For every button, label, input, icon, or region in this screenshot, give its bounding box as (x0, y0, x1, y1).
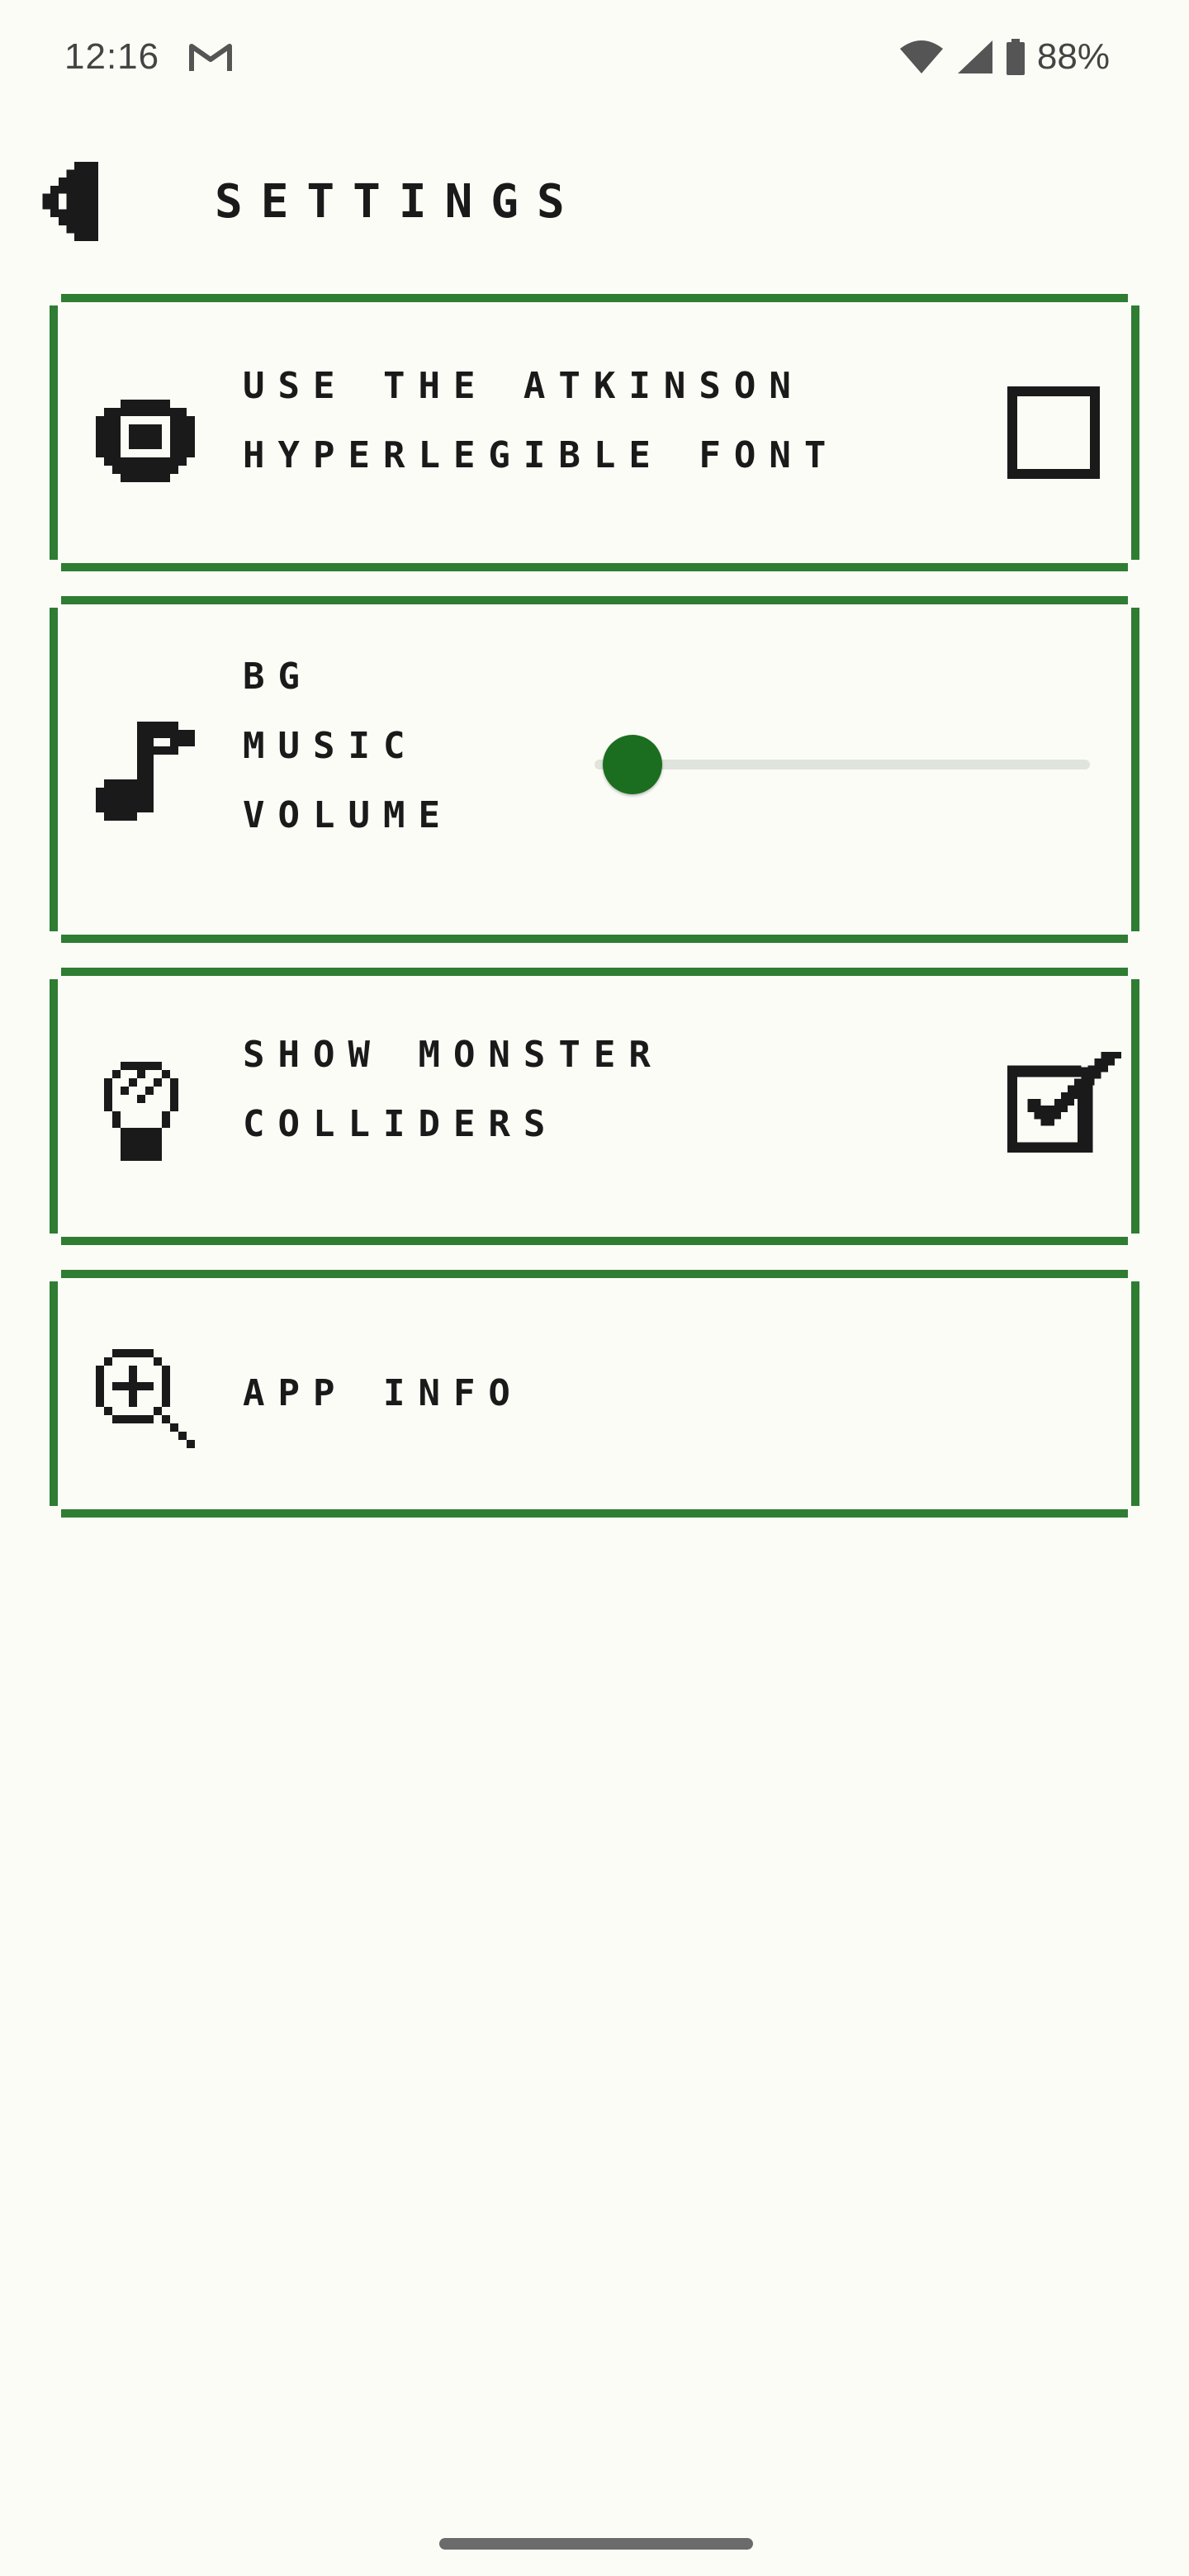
lightbulb-icon (104, 1062, 178, 1161)
colliders-setting-card[interactable]: SHOW MONSTER COLLIDERS (50, 968, 1139, 1245)
battery-percent: 88% (1036, 36, 1110, 77)
volume-slider-track[interactable] (594, 760, 1090, 769)
zoom-in-icon (96, 1349, 195, 1448)
battery-icon (1006, 39, 1025, 75)
app-info-label: APP INFO (243, 1372, 523, 1414)
app-info-card[interactable]: APP INFO (50, 1270, 1139, 1518)
music-volume-card: BG MUSIC VOLUME (50, 596, 1139, 943)
page-title: SETTINGS (215, 175, 583, 229)
status-icons: 88% (898, 36, 1110, 78)
signal-icon (957, 40, 992, 73)
back-arrow-icon[interactable] (41, 162, 107, 241)
colliders-checkbox-checked[interactable] (1007, 1052, 1121, 1153)
gesture-nav-handle[interactable] (439, 2538, 753, 2550)
status-bar: 12:16 88% (0, 0, 1189, 116)
music-note-icon (96, 722, 195, 821)
font-checkbox[interactable] (1007, 386, 1100, 479)
status-time: 12:16 (64, 36, 160, 77)
eye-icon (96, 400, 195, 482)
colliders-setting-label: SHOW MONSTER COLLIDERS (243, 1034, 664, 1145)
font-setting-card[interactable]: USE THE ATKINSON HYPERLEGIBLE FONT (50, 294, 1139, 571)
font-setting-label: USE THE ATKINSON HYPERLEGIBLE FONT (243, 365, 840, 476)
wifi-icon (899, 40, 943, 73)
music-volume-label: BG MUSIC VOLUME (243, 656, 453, 836)
gmail-icon (189, 44, 232, 71)
volume-slider-thumb[interactable] (603, 735, 662, 794)
